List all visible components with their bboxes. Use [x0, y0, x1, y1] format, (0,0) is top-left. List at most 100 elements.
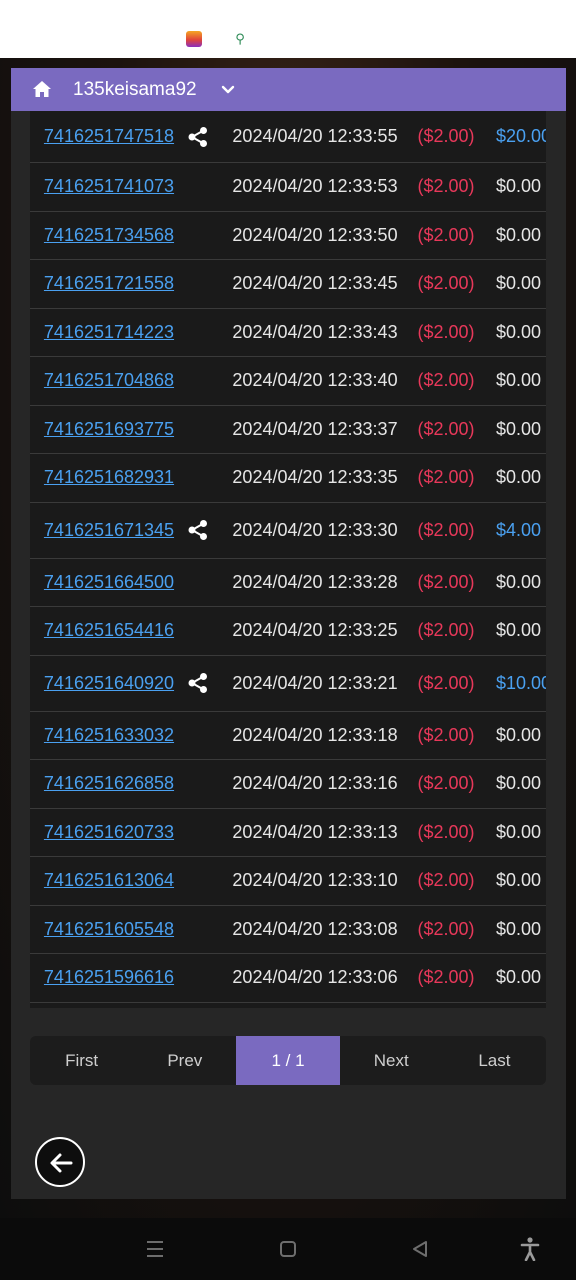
recents-icon[interactable]: [146, 1239, 164, 1259]
table-row: 7416251721558 2024/04/20 12:33:45 ($2.00) $…: [30, 260, 546, 309]
win-amount: $0.00: [496, 724, 542, 745]
win-amount: $0.00: [496, 571, 542, 592]
round-id-cell: 7416251671345: [35, 503, 183, 558]
username-label[interactable]: 135keisama92: [73, 78, 197, 101]
next-page-button[interactable]: Next: [340, 1036, 443, 1085]
round-time: 2024/04/20 12:33:18: [232, 724, 398, 745]
bet-amount: ($2.00): [417, 967, 475, 988]
round-time: 2024/04/20 12:33:53: [232, 176, 398, 197]
win-amount: $0.00: [496, 418, 542, 439]
round-id-link[interactable]: 7416251620733: [44, 822, 174, 843]
round-id-link[interactable]: 7416251714223: [44, 322, 174, 343]
bet-amount: ($2.00): [417, 571, 475, 592]
round-id-cell: 7416251747518: [35, 111, 183, 162]
share-icon[interactable]: [186, 111, 210, 162]
bet-amount: ($2.00): [417, 870, 475, 891]
round-time: 2024/04/20 12:33:06: [232, 967, 398, 988]
round-id-cell: 7416251640920: [35, 656, 183, 711]
home-square-icon[interactable]: [279, 1239, 297, 1259]
round-time: 2024/04/20 12:33:25: [232, 620, 398, 641]
bet-amount: ($2.00): [417, 672, 475, 693]
round-id-link[interactable]: 7416251693775: [44, 419, 174, 440]
prev-page-button[interactable]: Prev: [133, 1036, 236, 1085]
round-id-link[interactable]: 7416251741073: [44, 176, 174, 197]
table-row: 7416251620733 2024/04/20 12:33:13 ($2.00) $…: [30, 808, 546, 857]
first-page-button[interactable]: First: [30, 1036, 133, 1085]
bet-amount: ($2.00): [417, 176, 475, 197]
bet-amount: ($2.00): [417, 370, 475, 391]
win-amount: $0.00: [496, 620, 542, 641]
nav-back-icon[interactable]: [411, 1239, 429, 1259]
share-icon[interactable]: [186, 503, 210, 558]
back-arrow-icon: [50, 1153, 73, 1173]
round-id-cell: 7416251721558: [35, 260, 183, 308]
round-time: 2024/04/20 12:33:50: [232, 224, 398, 245]
round-id-cell: 7416251613064: [35, 857, 183, 905]
game-app-icon: [186, 31, 202, 47]
win-amount: $0.00: [496, 773, 542, 794]
back-button[interactable]: [35, 1137, 85, 1187]
round-id-link[interactable]: 7416251596616: [44, 967, 174, 988]
panel-header: 135keisama92: [11, 68, 566, 111]
round-id-cell: 7416251704868: [35, 357, 183, 405]
round-id-link[interactable]: 7416251640920: [44, 673, 174, 694]
table-row: 7416251704868 2024/04/20 12:33:40 ($2.00) $…: [30, 357, 546, 406]
round-time: 2024/04/20 12:33:40: [232, 370, 398, 391]
table-row: 7416251664500 2024/04/20 12:33:28 ($2.00) $…: [30, 558, 546, 607]
round-time: 2024/04/20 12:33:43: [232, 321, 398, 342]
round-id-link[interactable]: 7416251671345: [44, 520, 174, 541]
round-id-link[interactable]: 7416251734568: [44, 225, 174, 246]
bet-amount: ($2.00): [417, 321, 475, 342]
bet-amount: ($2.00): [417, 467, 475, 488]
bet-amount: ($2.00): [417, 773, 475, 794]
round-id-cell: 7416251596616: [35, 954, 183, 1002]
accessibility-icon[interactable]: [520, 1237, 540, 1261]
win-amount: $4.00: [496, 519, 542, 540]
round-time: 2024/04/20 12:33:28: [232, 571, 398, 592]
history-table[interactable]: 7416251747518 2024/04/20 12:33:55 ($2.00) $…: [30, 111, 546, 1008]
round-id-link[interactable]: 7416251626858: [44, 773, 174, 794]
round-time: 2024/04/20 12:33:55: [232, 126, 398, 146]
round-id-link[interactable]: 7416251613064: [44, 870, 174, 891]
table-row: 7416251605548 2024/04/20 12:33:08 ($2.00) $…: [30, 905, 546, 954]
round-id-link[interactable]: 7416251721558: [44, 273, 174, 294]
round-id-link[interactable]: 7416251704868: [44, 370, 174, 391]
pagination: First Prev 1 / 1 Next Last: [30, 1036, 546, 1085]
table-row: 7416251654416 2024/04/20 12:33:25 ($2.00) $…: [30, 607, 546, 656]
round-id-cell: 7416251714223: [35, 309, 183, 357]
bet-amount: ($2.00): [417, 918, 475, 939]
home-icon[interactable]: [32, 79, 52, 99]
round-id-link[interactable]: 7416251605548: [44, 919, 174, 940]
table-row: 7416251682931 2024/04/20 12:33:35 ($2.00) $…: [30, 454, 546, 503]
share-icon[interactable]: [186, 656, 210, 711]
round-id-cell: 7416251693775: [35, 406, 183, 454]
round-id-cell: 7416251664500: [35, 559, 183, 607]
table-row: 7416251734568 2024/04/20 12:33:50 ($2.00) $…: [30, 211, 546, 260]
round-id-link[interactable]: 7416251654416: [44, 620, 174, 641]
bet-amount: ($2.00): [417, 821, 475, 842]
win-amount: $0.00: [496, 321, 542, 342]
win-amount: $0.00: [496, 370, 542, 391]
round-time: 2024/04/20 12:33:13: [232, 821, 398, 842]
round-time: 2024/04/20 12:33:45: [232, 273, 398, 294]
table-row: 7416251626858 2024/04/20 12:33:16 ($2.00) $…: [30, 760, 546, 809]
round-id-link[interactable]: 7416251747518: [44, 126, 174, 147]
round-id-cell: 7416251734568: [35, 212, 183, 260]
table-row: 7416251671345 2024/04/20 12:33:30 ($2.00) $…: [30, 502, 546, 559]
win-amount: $20.00: [496, 126, 546, 146]
current-page-indicator: 1 / 1: [236, 1036, 340, 1085]
chevron-down-icon[interactable]: [220, 82, 236, 98]
round-time: 2024/04/20 12:33:30: [232, 519, 398, 540]
win-amount: $0.00: [496, 918, 542, 939]
round-id-cell: 7416251741073: [35, 163, 183, 211]
bet-amount: ($2.00): [417, 418, 475, 439]
win-amount: $10.00: [496, 672, 546, 693]
round-id-cell: 7416251605548: [35, 906, 183, 954]
round-id-link[interactable]: 7416251664500: [44, 572, 174, 593]
status-bar: ⚲: [0, 0, 576, 58]
round-id-link[interactable]: 7416251633032: [44, 725, 174, 746]
table-row: 7416251714223 2024/04/20 12:33:43 ($2.00) $…: [30, 308, 546, 357]
round-id-link[interactable]: 7416251682931: [44, 467, 174, 488]
last-page-button[interactable]: Last: [443, 1036, 546, 1085]
bet-amount: ($2.00): [417, 620, 475, 641]
